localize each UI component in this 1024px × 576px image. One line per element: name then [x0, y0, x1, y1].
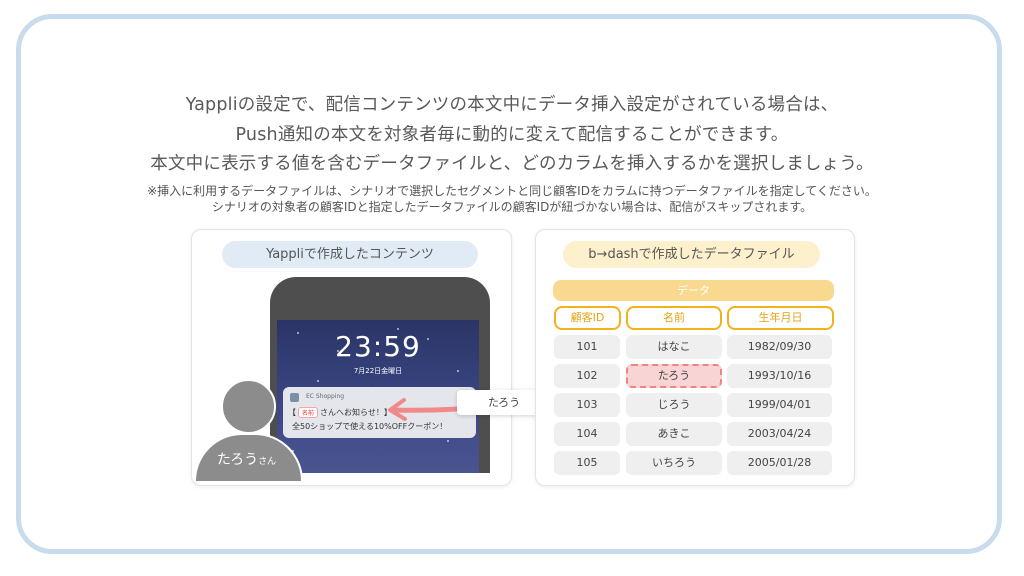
bdash-datafile-title: b→dashで作成したデータファイル [563, 241, 820, 268]
table-cell-id: 101 [554, 335, 620, 359]
table-cell-name: あきこ [626, 422, 722, 446]
table-cell-name-highlighted: たろう [626, 364, 722, 388]
column-header-birthdate: 生年月日 [727, 306, 834, 330]
table-cell-id: 105 [554, 451, 620, 475]
table-cell-birthdate: 1999/04/01 [727, 393, 832, 417]
table-cell-birthdate: 2003/04/24 [727, 422, 832, 446]
table-cell-id: 103 [554, 393, 620, 417]
table-cell-birthdate: 1982/09/30 [727, 335, 832, 359]
table-cell-id: 104 [554, 422, 620, 446]
table-cell-birthdate: 1993/10/16 [727, 364, 832, 388]
table-cell-name: じろう [626, 393, 722, 417]
table-cell-name: いちろう [626, 451, 722, 475]
column-header-name: 名前 [626, 306, 722, 330]
table-cell-id: 102 [554, 364, 620, 388]
insert-arrow [388, 375, 631, 421]
data-header-bar: データ [553, 280, 834, 301]
table-cell-name: はなこ [626, 335, 722, 359]
column-header-customer-id: 顧客ID [554, 306, 621, 330]
table-cell-birthdate: 2005/01/28 [727, 451, 832, 475]
